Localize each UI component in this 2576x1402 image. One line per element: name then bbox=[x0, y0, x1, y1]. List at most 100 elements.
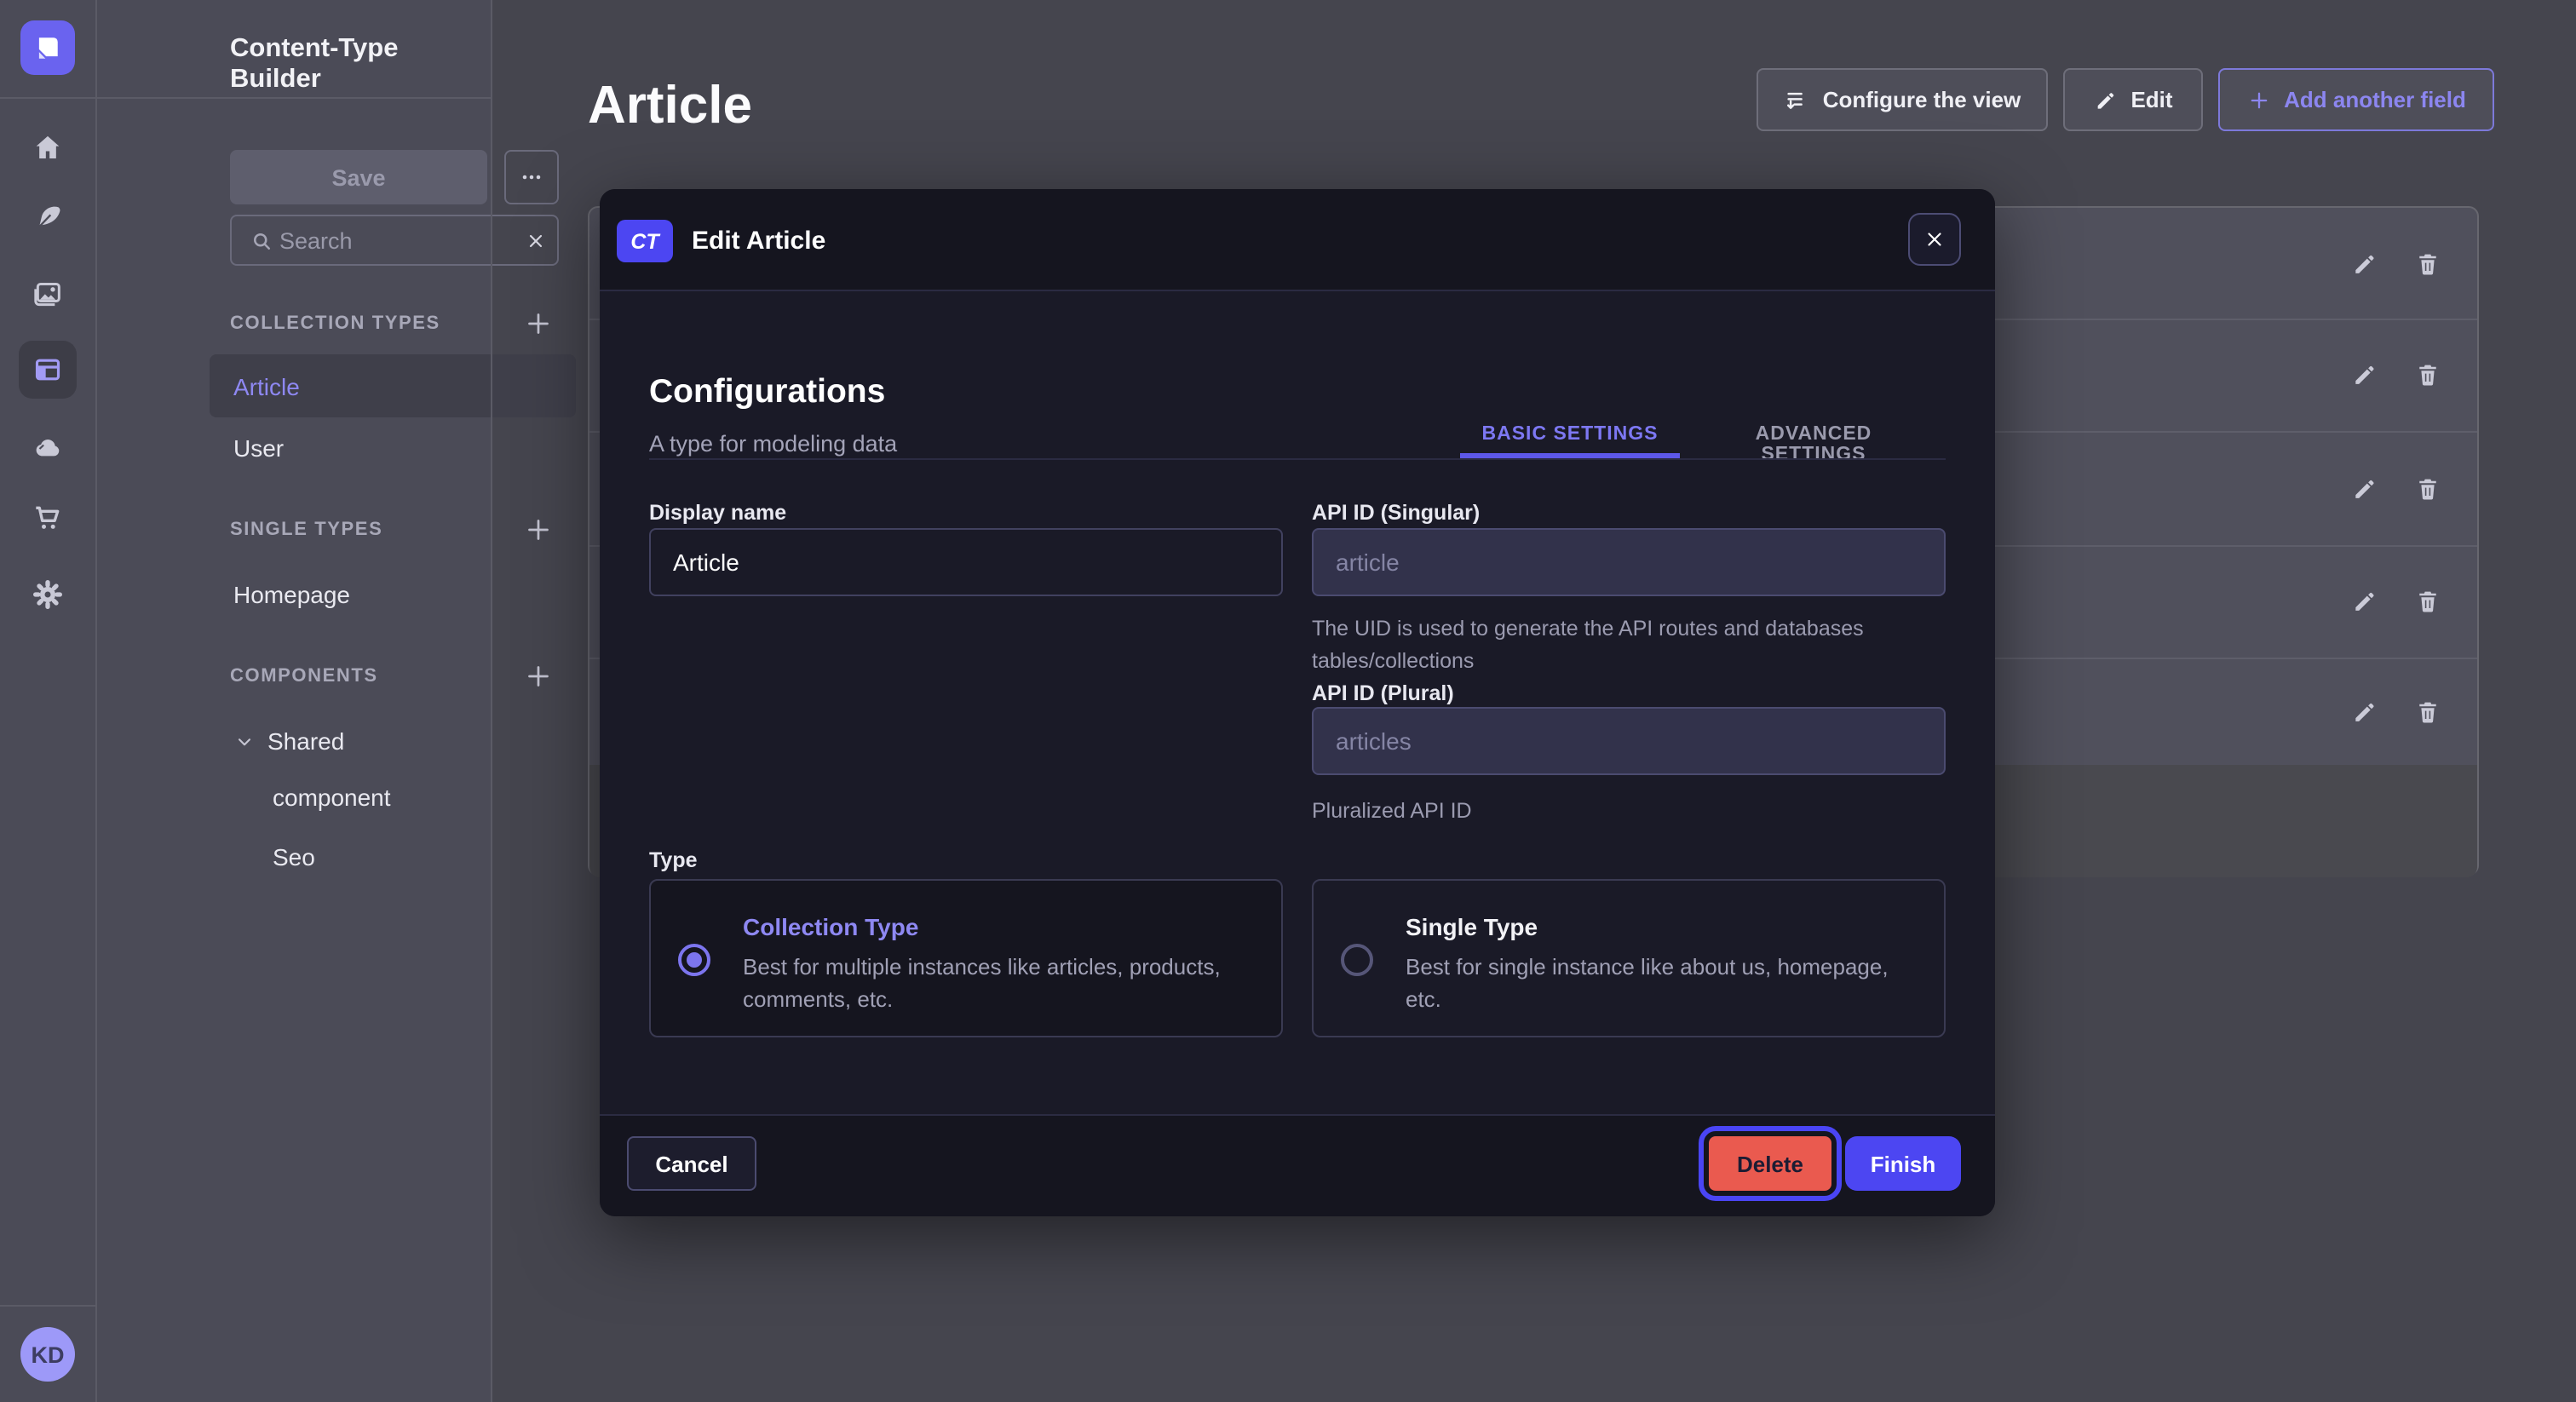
sidebar-item-user[interactable]: User bbox=[233, 434, 284, 461]
api-id-singular-label: API ID (Singular) bbox=[1312, 501, 1480, 525]
collection-type-desc: Best for multiple instances like article… bbox=[743, 951, 1257, 1015]
sidebar-item-label: Seo bbox=[273, 843, 315, 871]
avatar[interactable]: KD bbox=[20, 1327, 75, 1382]
sidebar-item-seo[interactable]: Seo bbox=[273, 843, 315, 871]
cloud-icon[interactable] bbox=[31, 430, 65, 464]
media-library-icon[interactable] bbox=[31, 278, 65, 312]
section-collection-types: COLLECTION TYPES bbox=[230, 313, 440, 334]
modal-section-title: Configurations bbox=[649, 373, 885, 412]
api-id-plural-helper: Pluralized API ID bbox=[1312, 796, 1908, 827]
trash-icon[interactable] bbox=[2414, 250, 2441, 277]
modal-title: Edit Article bbox=[692, 227, 825, 256]
sidebar-group-shared[interactable]: Shared bbox=[267, 727, 344, 755]
sidebar-item-label: Homepage bbox=[233, 581, 350, 608]
delete-label: Delete bbox=[1737, 1151, 1803, 1176]
close-icon bbox=[1923, 228, 1946, 250]
add-component-icon[interactable] bbox=[523, 661, 554, 692]
collection-type-option[interactable]: Collection Type Best for multiple instan… bbox=[649, 879, 1283, 1037]
save-button[interactable]: Save bbox=[230, 150, 487, 204]
edit-pencil-icon[interactable] bbox=[2351, 250, 2378, 277]
tab-basic-settings[interactable]: BASIC SETTINGS bbox=[1460, 424, 1680, 445]
configure-view-label: Configure the view bbox=[1823, 87, 2021, 112]
sidebar-item-component[interactable]: component bbox=[273, 783, 391, 810]
more-options-button[interactable] bbox=[504, 150, 559, 204]
modal-footer: Cancel Delete Finish bbox=[600, 1114, 1995, 1216]
nav-rail: KD bbox=[0, 0, 95, 1402]
content-type-badge: CT bbox=[617, 220, 673, 262]
rail-border bbox=[95, 0, 97, 1402]
pencil-icon bbox=[2093, 88, 2117, 112]
chevron-down-icon[interactable] bbox=[233, 731, 256, 753]
marketplace-cart-icon[interactable] bbox=[31, 500, 65, 534]
ellipsis-icon bbox=[518, 164, 545, 191]
save-label: Save bbox=[331, 164, 385, 190]
radio-unselected-icon[interactable] bbox=[1341, 944, 1373, 976]
sidebar-border bbox=[491, 0, 492, 1402]
close-modal-button[interactable] bbox=[1908, 213, 1961, 266]
edit-pencil-icon[interactable] bbox=[2351, 361, 2378, 388]
edit-pencil-icon[interactable] bbox=[2351, 474, 2378, 502]
cancel-button[interactable]: Cancel bbox=[627, 1136, 756, 1191]
add-another-field-button[interactable]: Add another field bbox=[2218, 68, 2494, 131]
trash-icon[interactable] bbox=[2414, 474, 2441, 502]
strapi-logo[interactable] bbox=[20, 20, 75, 75]
trash-icon[interactable] bbox=[2414, 588, 2441, 615]
section-components: COMPONENTS bbox=[230, 666, 378, 687]
finish-button[interactable]: Finish bbox=[1845, 1136, 1961, 1191]
add-collection-type-icon[interactable] bbox=[523, 308, 554, 339]
search-input[interactable] bbox=[232, 216, 557, 264]
sidebar-item-label: component bbox=[273, 783, 391, 810]
api-id-singular-helper: The UID is used to generate the API rout… bbox=[1312, 613, 1908, 676]
edit-article-modal: CT Edit Article Configurations A type fo… bbox=[600, 189, 1995, 1216]
edit-label: Edit bbox=[2130, 87, 2172, 112]
sidebar-header-border bbox=[0, 97, 491, 99]
modal-header: CT Edit Article bbox=[600, 189, 1995, 291]
configure-list-icon bbox=[1784, 87, 1809, 112]
badge-label: CT bbox=[630, 229, 658, 253]
avatar-initials: KD bbox=[32, 1342, 65, 1367]
collection-type-title: Collection Type bbox=[743, 913, 918, 940]
page-title: Article bbox=[588, 75, 752, 136]
add-single-type-icon[interactable] bbox=[523, 514, 554, 545]
app-root: Article Configure the view Edit Add anot… bbox=[0, 0, 2576, 1402]
api-id-singular-input[interactable] bbox=[1312, 528, 1946, 596]
edit-pencil-icon[interactable] bbox=[2351, 698, 2378, 725]
api-id-plural-label: API ID (Plural) bbox=[1312, 681, 1454, 705]
sidebar-title: Content-Type Builder bbox=[230, 34, 491, 95]
plus-icon bbox=[2246, 88, 2270, 112]
trash-icon[interactable] bbox=[2414, 698, 2441, 725]
edit-button[interactable]: Edit bbox=[2063, 68, 2203, 131]
tab-label: BASIC SETTINGS bbox=[1482, 424, 1659, 445]
configure-view-button[interactable]: Configure the view bbox=[1757, 68, 2048, 131]
settings-gear-icon[interactable] bbox=[31, 577, 65, 611]
single-type-option[interactable]: Single Type Best for single instance lik… bbox=[1312, 879, 1946, 1037]
edit-pencil-icon[interactable] bbox=[2351, 588, 2378, 615]
finish-label: Finish bbox=[1871, 1151, 1936, 1176]
tabs-divider bbox=[649, 457, 1946, 459]
modal-section-subtitle: A type for modeling data bbox=[649, 431, 897, 457]
single-type-desc: Best for single instance like about us, … bbox=[1406, 951, 1920, 1015]
single-type-title: Single Type bbox=[1406, 913, 1538, 940]
home-icon[interactable] bbox=[31, 131, 65, 165]
clear-search-icon[interactable] bbox=[525, 230, 547, 252]
sidebar-item-label: Article bbox=[233, 372, 300, 399]
api-id-plural-input[interactable] bbox=[1312, 707, 1946, 775]
sidebar-item-label: Shared bbox=[267, 727, 344, 755]
trash-icon[interactable] bbox=[2414, 361, 2441, 388]
content-type-builder-icon[interactable] bbox=[31, 353, 65, 387]
sidebar-item-label: User bbox=[233, 434, 284, 461]
radio-selected-icon[interactable] bbox=[678, 944, 710, 976]
sidebar-item-homepage[interactable]: Homepage bbox=[233, 581, 350, 608]
section-single-types: SINGLE TYPES bbox=[230, 520, 382, 540]
sidebar-search bbox=[230, 215, 559, 266]
type-label: Type bbox=[649, 848, 698, 872]
cancel-label: Cancel bbox=[655, 1151, 727, 1176]
rail-divider bbox=[0, 1305, 95, 1307]
sidebar: Content-Type Builder Save COLLECTION TYP… bbox=[97, 0, 491, 1402]
display-name-label: Display name bbox=[649, 501, 786, 525]
sidebar-item-article[interactable]: Article bbox=[210, 354, 576, 417]
delete-button[interactable]: Delete bbox=[1709, 1136, 1831, 1191]
add-another-field-label: Add another field bbox=[2284, 87, 2466, 112]
feather-icon[interactable] bbox=[31, 201, 65, 235]
display-name-input[interactable] bbox=[649, 528, 1283, 596]
